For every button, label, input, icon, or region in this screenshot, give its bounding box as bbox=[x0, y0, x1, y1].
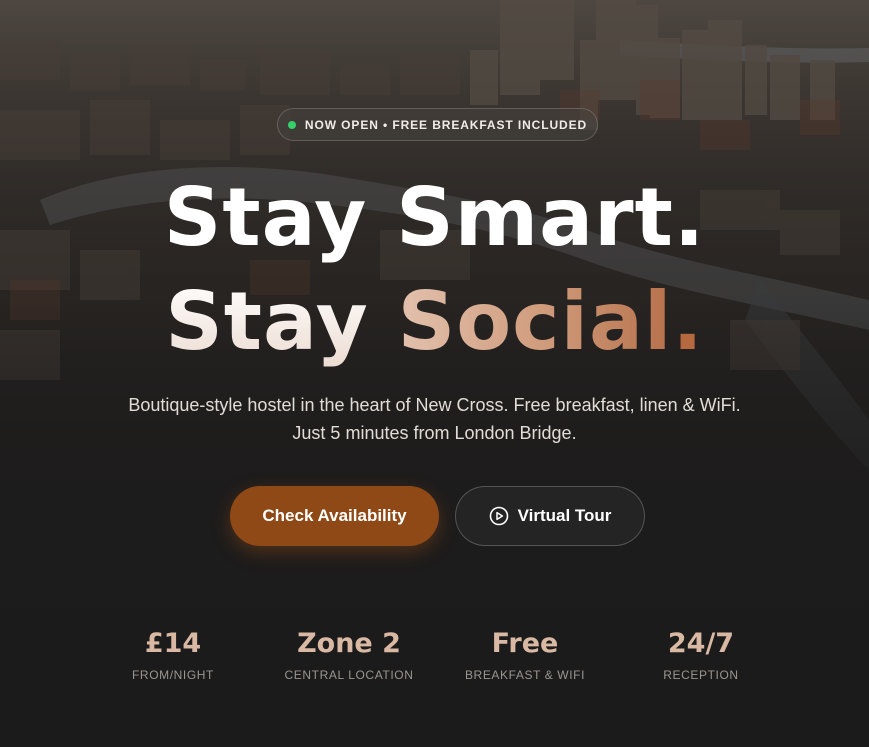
stat-label: CENTRAL LOCATION bbox=[284, 668, 414, 682]
play-circle-icon bbox=[489, 506, 508, 526]
stat-value: Free bbox=[491, 628, 559, 659]
stat-reception: 24/7 RECEPTION bbox=[616, 626, 786, 682]
hero-subtitle-line-2: Just 5 minutes from London Bridge. bbox=[292, 423, 577, 443]
badge-text: NOW OPEN • FREE BREAKFAST INCLUDED bbox=[304, 117, 588, 132]
stat-price: £14 FROM/NIGHT bbox=[88, 626, 258, 682]
stat-breakfast: Free BREAKFAST & WIFI bbox=[440, 626, 610, 682]
stat-label: RECEPTION bbox=[663, 668, 739, 682]
headline-period: . bbox=[672, 275, 704, 368]
headline-line-1: Stay Smart. bbox=[163, 171, 706, 264]
stat-value: £14 bbox=[144, 628, 202, 659]
headline-line-2: Stay Social. bbox=[0, 282, 869, 362]
check-availability-label: Check Availability bbox=[262, 506, 407, 525]
headline-word-stay: Stay bbox=[165, 275, 369, 368]
check-availability-button[interactable]: Check Availability bbox=[230, 486, 439, 546]
stat-value: Zone 2 bbox=[297, 628, 401, 659]
stat-label: BREAKFAST & WIFI bbox=[464, 668, 586, 682]
virtual-tour-label: Virtual Tour bbox=[517, 506, 612, 525]
stat-label: FROM/NIGHT bbox=[132, 668, 214, 682]
stat-zone: Zone 2 CENTRAL LOCATION bbox=[264, 626, 434, 682]
virtual-tour-button[interactable]: Virtual Tour bbox=[455, 486, 645, 546]
status-dot-icon bbox=[287, 120, 296, 129]
headline-word-social: Social bbox=[397, 275, 673, 368]
stat-value: 24/7 bbox=[667, 628, 735, 659]
status-badge: NOW OPEN • FREE BREAKFAST INCLUDED bbox=[277, 108, 598, 141]
hero-subtitle-line-1: Boutique-style hostel in the heart of Ne… bbox=[128, 395, 741, 415]
